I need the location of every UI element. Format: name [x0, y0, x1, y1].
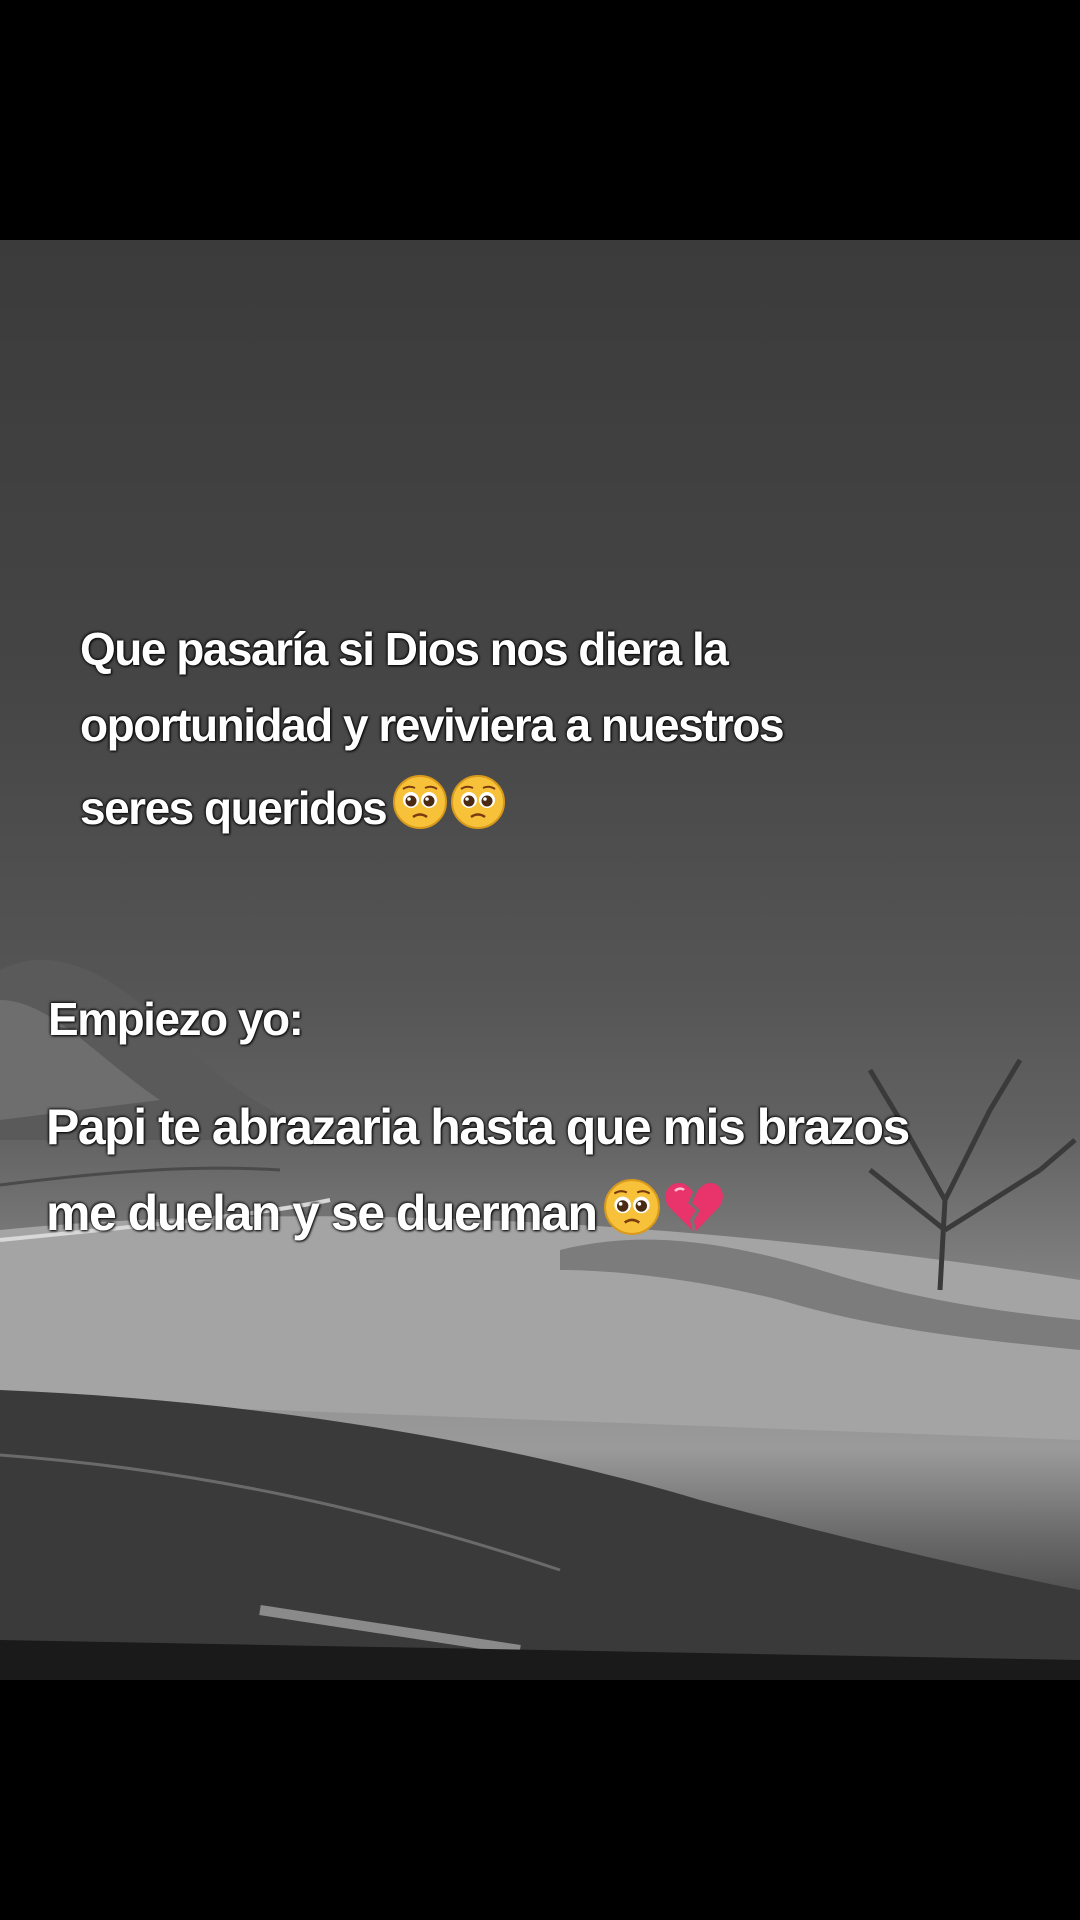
answer-line-2: me duelan y se duerman — [46, 1178, 723, 1242]
letterbox-bottom — [0, 1680, 1080, 1920]
pleading-face-emoji — [603, 1178, 661, 1236]
pleading-face-emoji — [450, 774, 506, 830]
pleading-face-emoji — [392, 774, 448, 830]
answer-line-1: Papi te abrazaria hasta que mis brazos — [46, 1099, 910, 1155]
answer-line-2-text: me duelan y se duerman — [46, 1185, 598, 1241]
letterbox-top — [0, 0, 1080, 240]
broken-heart-emoji — [663, 1178, 723, 1236]
question-line-1: Que pasaría si Dios nos diera la — [80, 623, 729, 675]
prompt-text: Empiezo yo: — [48, 993, 304, 1045]
question-line-2: oportunidad y reviviera a nuestros — [80, 699, 785, 751]
background-photo — [0, 240, 1080, 1680]
desert-road-scene — [0, 959, 1080, 1680]
question-line-3: seres queridos — [80, 774, 506, 835]
question-line-3-text: seres queridos — [80, 782, 388, 834]
